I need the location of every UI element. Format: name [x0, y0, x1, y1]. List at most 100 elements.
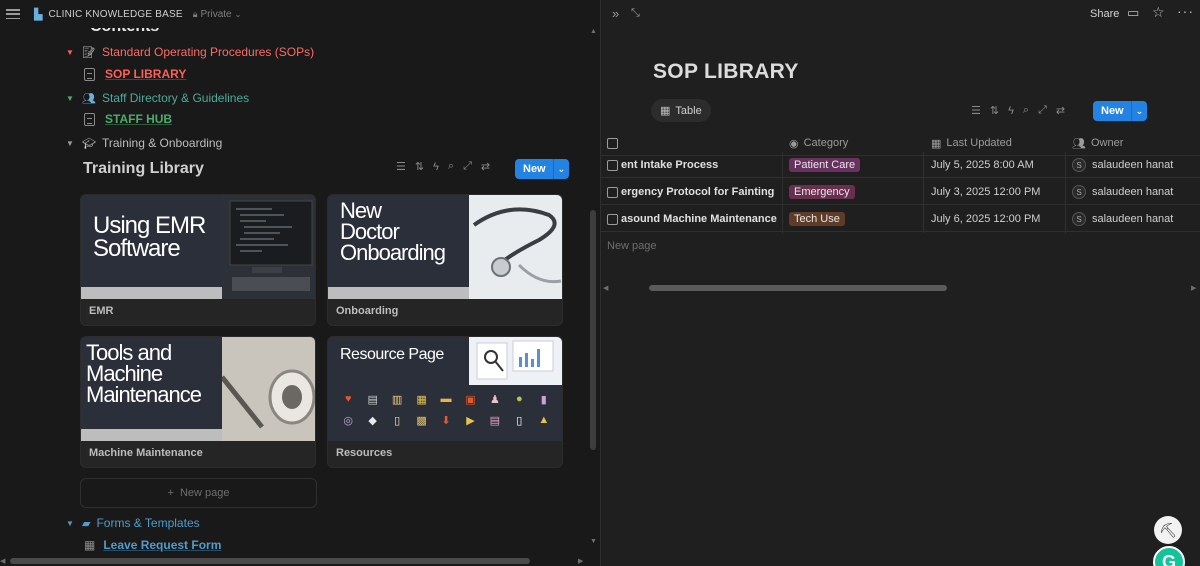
caret-down-icon[interactable]: ▼	[66, 519, 76, 528]
cover-title: Tools and Machine Maintenance	[86, 340, 202, 407]
owner-name: salaudeen hanat	[1092, 186, 1174, 198]
tree-item-staff-hub[interactable]: STAFF HUB	[84, 112, 172, 126]
scroll-down-arrow-icon[interactable]: ▼	[590, 538, 597, 545]
expand-icon[interactable]: ⤢	[1038, 104, 1047, 117]
card-caption: Machine Maintenance	[89, 447, 203, 459]
row-owner[interactable]: Ssalaudeen hanat	[1072, 206, 1173, 232]
calendar-icon: ▣	[465, 394, 476, 406]
tree-item-label: Forms & Templates	[96, 516, 200, 530]
chevron-down-icon[interactable]: ⌄	[552, 159, 570, 179]
row-category[interactable]: Tech Use	[789, 206, 845, 232]
cover-strip	[81, 287, 222, 299]
tree-item-leave-request[interactable]: ▦ Leave Request Form	[84, 538, 221, 552]
training-new-page-button[interactable]: + New page	[80, 478, 317, 508]
search-icon[interactable]: ⌕	[1023, 104, 1029, 117]
scroll-up-arrow-icon[interactable]: ▲	[590, 28, 597, 35]
row-name[interactable]: asound Machine Maintenance	[621, 206, 777, 232]
new-page-row[interactable]: New page	[607, 240, 657, 252]
gallery-card-onboarding[interactable]: New Doctor Onboarding Onboarding	[327, 194, 563, 326]
hamburger-icon[interactable]	[6, 9, 20, 19]
training-new-button[interactable]: New ⌄	[515, 159, 570, 179]
left-pane: ▙ CLINIC KNOWLEDGE BASE 🔒︎ Private ⌄ Con…	[0, 0, 600, 566]
row-checkbox[interactable]	[607, 179, 618, 205]
filter-icon[interactable]: ☰	[396, 160, 406, 173]
tree-item-sop-library[interactable]: SOP LIBRARY	[84, 67, 186, 81]
share-button[interactable]: Share	[1090, 8, 1119, 20]
sort-icon[interactable]: ⇅	[990, 104, 999, 117]
machine-image	[222, 337, 315, 441]
left-horizontal-scrollbar[interactable]: ◀ ▶	[0, 556, 600, 566]
gallery-card-resources[interactable]: Resource Page ♥ ▤ ▥ ▦ ▬ ▣ ♟ ● ▮ ◎ ◆ ▯ ▩ …	[327, 336, 563, 468]
more-icon[interactable]: ···	[1177, 3, 1194, 19]
tree-item-staff[interactable]: ▼ 👥︎ Staff Directory & Guidelines	[66, 91, 249, 105]
scroll-right-arrow-icon[interactable]: ▶	[578, 557, 583, 565]
staff-hub-link[interactable]: STAFF HUB	[105, 112, 172, 126]
scrollbar-thumb[interactable]	[649, 285, 947, 291]
people-icon: 👥︎	[82, 92, 96, 105]
row-category[interactable]: Emergency	[789, 179, 855, 205]
grammarly-icon[interactable]: G	[1153, 546, 1185, 566]
help-icon[interactable]: ⛏	[1154, 516, 1182, 544]
chevron-down-icon[interactable]: ⌄	[1130, 101, 1148, 121]
scrollbar-thumb[interactable]	[10, 558, 530, 564]
sop-new-button[interactable]: New ⌄	[1093, 101, 1148, 121]
cover-title: Resource Page	[340, 346, 444, 363]
row-name[interactable]: ent Intake Process	[621, 152, 718, 178]
scrollbar-thumb[interactable]	[590, 210, 596, 450]
caret-down-icon[interactable]: ▼	[66, 48, 76, 57]
table-row[interactable]: ergency Protocol for Fainting Emergency …	[601, 179, 1200, 205]
sop-library-link[interactable]: SOP LIBRARY	[105, 67, 186, 81]
settings-icon[interactable]: ⇄	[1056, 104, 1065, 117]
row-updated[interactable]: July 6, 2025 12:00 PM	[931, 206, 1040, 232]
row-updated[interactable]: July 3, 2025 12:00 PM	[931, 179, 1040, 205]
folder-icon: ▦	[416, 394, 427, 406]
sop-toolbar: ☰ ⇅ ϟ ⌕ ⤢ ⇄	[971, 104, 1065, 117]
tree-item-training[interactable]: ▼ 🎓︎ Training & Onboarding	[66, 136, 222, 150]
expand-icon[interactable]: ⤡	[631, 7, 640, 20]
filter-icon[interactable]: ☰	[971, 104, 981, 117]
double-chevron-icon[interactable]: »	[612, 6, 619, 21]
caret-down-icon[interactable]: ▼	[66, 139, 76, 148]
leave-request-link[interactable]: Leave Request Form	[103, 538, 221, 552]
folder-icon: ▰	[82, 517, 91, 530]
tree-item-forms[interactable]: ▼ ▰ Forms & Templates	[66, 516, 200, 530]
row-checkbox[interactable]	[607, 206, 618, 232]
comment-icon[interactable]: ▭	[1127, 5, 1139, 21]
row-owner[interactable]: Ssalaudeen hanat	[1072, 179, 1173, 205]
page-title[interactable]: SOP LIBRARY	[653, 60, 799, 84]
scroll-left-arrow-icon[interactable]: ◀	[0, 557, 5, 565]
expand-icon[interactable]: ⤢	[463, 160, 472, 173]
caret-down-icon[interactable]: ▼	[66, 94, 76, 103]
row-category[interactable]: Patient Care	[789, 152, 861, 178]
paper-icon: ▯	[516, 415, 523, 427]
new-button-label: New	[523, 163, 546, 175]
ticket-icon: ▬	[440, 393, 452, 405]
sort-icon[interactable]: ⇅	[415, 160, 424, 173]
scroll-left-arrow-icon[interactable]: ◀	[603, 284, 608, 292]
card-cover: Tools and Machine Maintenance	[81, 337, 315, 441]
gallery-card-machine-maintenance[interactable]: Tools and Machine Maintenance Machine Ma…	[80, 336, 316, 468]
search-icon[interactable]: ⌕	[448, 160, 454, 173]
table-row[interactable]: asound Machine Maintenance Tech Use July…	[601, 206, 1200, 232]
automation-icon[interactable]: ϟ	[1008, 105, 1014, 117]
gallery-card-emr[interactable]: Using EMR Software EMR	[80, 194, 316, 326]
scroll-right-arrow-icon[interactable]: ▶	[1191, 284, 1196, 292]
left-vertical-scrollbar[interactable]: ▲ ▼	[588, 28, 598, 550]
table-row[interactable]: ent Intake Process Patient Care July 5, …	[601, 152, 1200, 178]
tree-item-sops[interactable]: ▼ 📝︎ Standard Operating Procedures (SOPs…	[66, 45, 314, 59]
tab-table-view[interactable]: ▦ Table	[651, 99, 711, 122]
row-name[interactable]: ergency Protocol for Fainting	[621, 179, 774, 205]
row-owner[interactable]: Ssalaudeen hanat	[1072, 152, 1173, 178]
training-library-title[interactable]: Training Library	[83, 160, 204, 178]
cover-strip	[81, 429, 222, 441]
star-icon[interactable]: ☆	[1152, 4, 1165, 21]
privacy-selector[interactable]: 🔒︎ Private ⌄	[193, 9, 242, 20]
page-icon	[84, 112, 95, 126]
automation-icon[interactable]: ϟ	[433, 161, 439, 173]
settings-icon[interactable]: ⇄	[481, 160, 490, 173]
building-icon: ▙	[34, 8, 43, 21]
row-checkbox[interactable]	[607, 152, 618, 178]
workspace-title[interactable]: CLINIC KNOWLEDGE BASE	[48, 9, 182, 20]
clipboard-icon: ▥	[391, 394, 403, 406]
row-updated[interactable]: July 5, 2025 8:00 AM	[931, 152, 1034, 178]
